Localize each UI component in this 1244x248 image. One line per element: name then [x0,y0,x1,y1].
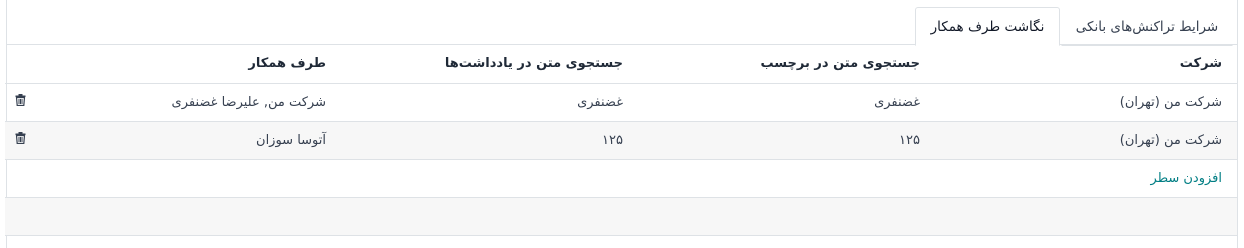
empty-row [5,197,1237,236]
cell-note-search[interactable]: ۱۲۵ [338,121,635,160]
notebook-tabs: شرایط تراکنش‌های بانکی نگاشت طرف همکار [7,0,1237,46]
tab-partner-mapping[interactable]: نگاشت طرف همکار [915,7,1060,46]
column-header-delete [5,45,36,84]
cell-label-search[interactable]: غضنفری [635,83,932,122]
table-row[interactable]: شرکت من (تهران) ۱۲۵ ۱۲۵ آتوسا سوزان [5,121,1237,160]
tab-bank-transaction-conditions[interactable]: شرایط تراکنش‌های بانکی [1061,7,1233,46]
column-header-partner[interactable]: طرف همکار [36,45,338,84]
cell-company[interactable]: شرکت من (تهران) [932,121,1237,160]
table-row[interactable]: شرکت من (تهران) غضنفری غضنفری شرکت من, ع… [5,83,1237,122]
delete-row-button[interactable] [5,121,36,160]
column-header-company[interactable]: شرکت [932,45,1237,84]
cell-partner[interactable]: آتوسا سوزان [36,121,338,160]
column-header-note-search[interactable]: جستجوی متن در یادداشت‌ها [338,45,635,84]
trash-icon[interactable] [15,132,26,144]
cell-partner[interactable]: شرکت من, علیرضا غضنفری [36,83,338,122]
column-header-label-search[interactable]: جستجوی متن در برچسب [635,45,932,84]
cell-company[interactable]: شرکت من (تهران) [932,83,1237,122]
delete-row-button[interactable] [5,83,36,122]
cell-note-search[interactable]: غضنفری [338,83,635,122]
add-line-link[interactable]: افزودن سطر [1151,171,1237,186]
partner-mapping-panel: شرایط تراکنش‌های بانکی نگاشت طرف همکار ش… [5,0,1238,248]
add-line-row: افزودن سطر [5,159,1237,198]
trash-icon[interactable] [15,94,26,106]
partner-mapping-table: شرکت جستجوی متن در برچسب جستجوی متن در ی… [5,45,1237,236]
cell-label-search[interactable]: ۱۲۵ [635,121,932,160]
table-header-row: شرکت جستجوی متن در برچسب جستجوی متن در ی… [5,45,1237,84]
